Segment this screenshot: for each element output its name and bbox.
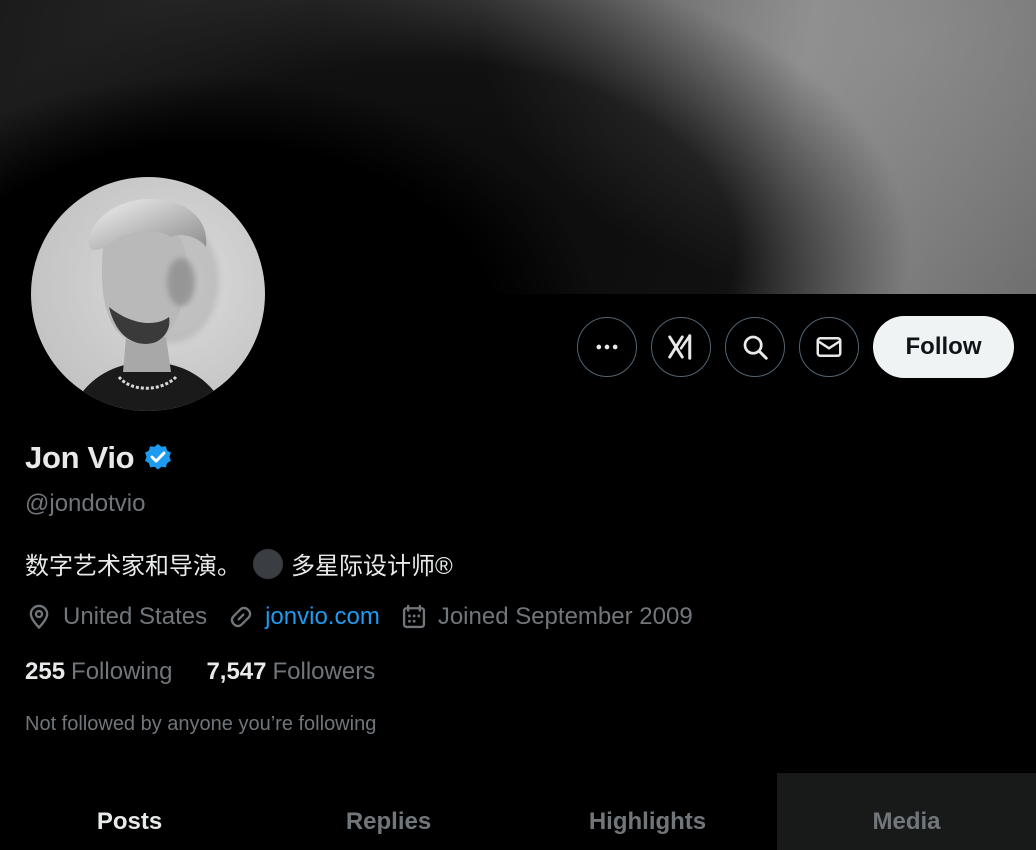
- link-icon: [230, 606, 252, 628]
- followers-stat[interactable]: 7,547 Followers: [206, 658, 375, 686]
- search-button[interactable]: [725, 317, 785, 377]
- following-label: Following: [71, 658, 173, 685]
- follow-button[interactable]: Follow: [873, 316, 1014, 378]
- more-button[interactable]: [577, 317, 637, 377]
- message-button[interactable]: [799, 317, 859, 377]
- grok-icon: [668, 334, 692, 360]
- location-text: United States: [63, 603, 208, 630]
- verified-badge-icon[interactable]: [142, 442, 174, 474]
- bio-emoji-circle-icon: [253, 548, 283, 579]
- not-followed-notice: Not followed by anyone you’re following: [25, 713, 377, 735]
- profile-actions: Follow: [577, 316, 1014, 378]
- profile-handle: @jondotvio: [25, 490, 146, 517]
- joined-item: Joined September 2009: [400, 603, 693, 631]
- profile-tabs: Posts Replies Highlights Media: [0, 773, 1036, 850]
- profile-page: Follow Jon Vio @jondotvio 数字艺术家和导演。 多星际设…: [0, 0, 1036, 850]
- location-pin-icon: [29, 604, 49, 630]
- follow-stats: 255 Following 7,547 Followers: [25, 658, 409, 686]
- followers-count: 7,547: [206, 658, 267, 685]
- tab-media[interactable]: Media: [777, 773, 1036, 850]
- avatar-frame: [25, 171, 271, 417]
- bio-text: 数字艺术家和导演。: [25, 553, 241, 580]
- following-count: 255: [25, 658, 66, 685]
- tab-replies[interactable]: Replies: [259, 773, 518, 850]
- more-icon: [596, 344, 618, 350]
- calendar-icon: [402, 604, 425, 629]
- profile-bio: 数字艺术家和导演。 多星际设计师®: [25, 546, 453, 581]
- tab-posts[interactable]: Posts: [0, 773, 259, 850]
- tab-highlights[interactable]: Highlights: [518, 773, 777, 850]
- joined-text: Joined September 2009: [437, 603, 693, 630]
- grok-button[interactable]: [651, 317, 711, 377]
- envelope-icon: [816, 337, 842, 357]
- profile-meta: United States jonvio.com Joined Septembe…: [25, 603, 713, 631]
- bio-text-suffix: 多星际设计师®: [291, 553, 453, 580]
- website-item: jonvio.com: [227, 603, 380, 631]
- search-icon: [743, 335, 768, 360]
- following-stat[interactable]: 255 Following: [25, 658, 172, 686]
- display-name: Jon Vio: [25, 440, 135, 475]
- location-item: United States: [25, 603, 207, 631]
- avatar-portrait: [71, 198, 226, 411]
- profile-name-row: Jon Vio: [25, 440, 174, 476]
- followers-label: Followers: [272, 658, 376, 685]
- avatar[interactable]: [31, 177, 265, 411]
- website-link[interactable]: jonvio.com: [265, 603, 380, 631]
